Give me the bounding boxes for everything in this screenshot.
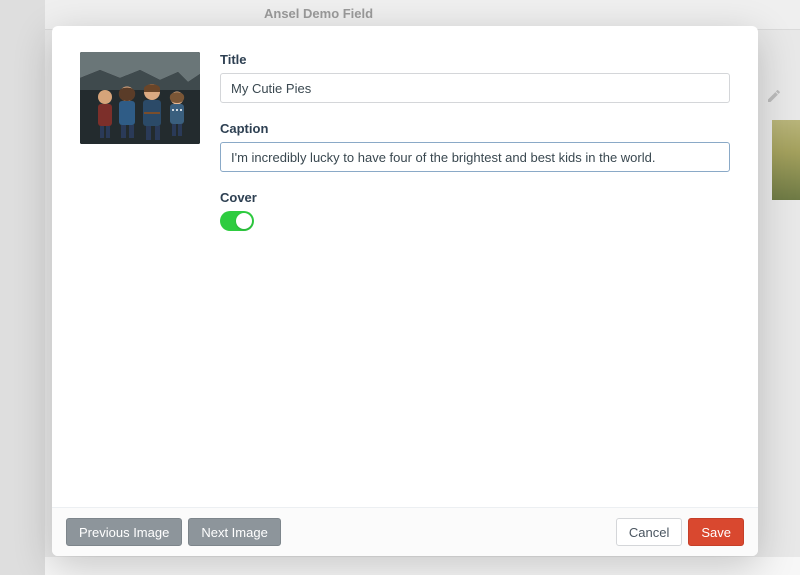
left-rail [0,0,45,575]
background-bottom-strip [45,557,800,575]
image-edit-modal: Title Caption Cover Previous Image Next … [52,26,758,556]
save-button[interactable]: Save [688,518,744,546]
modal-footer: Previous Image Next Image Cancel Save [52,507,758,556]
next-image-button[interactable]: Next Image [188,518,280,546]
field-title: Title [220,52,730,103]
footer-right: Cancel Save [616,518,744,546]
caption-label: Caption [220,121,730,136]
modal-body: Title Caption Cover [52,26,758,507]
previous-image-button[interactable]: Previous Image [66,518,182,546]
footer-left: Previous Image Next Image [66,518,281,546]
section-header-label: Ansel Demo Field [264,6,373,21]
edit-icon[interactable] [766,88,782,109]
image-thumbnail[interactable] [80,52,200,144]
title-label: Title [220,52,730,67]
field-caption: Caption [220,121,730,172]
caption-input[interactable] [220,142,730,172]
background-thumbnail [772,120,800,200]
cancel-button[interactable]: Cancel [616,518,682,546]
title-input[interactable] [220,73,730,103]
form: Title Caption Cover [220,52,730,497]
cover-label: Cover [220,190,730,205]
cover-toggle[interactable] [220,211,254,231]
field-cover: Cover [220,190,730,231]
